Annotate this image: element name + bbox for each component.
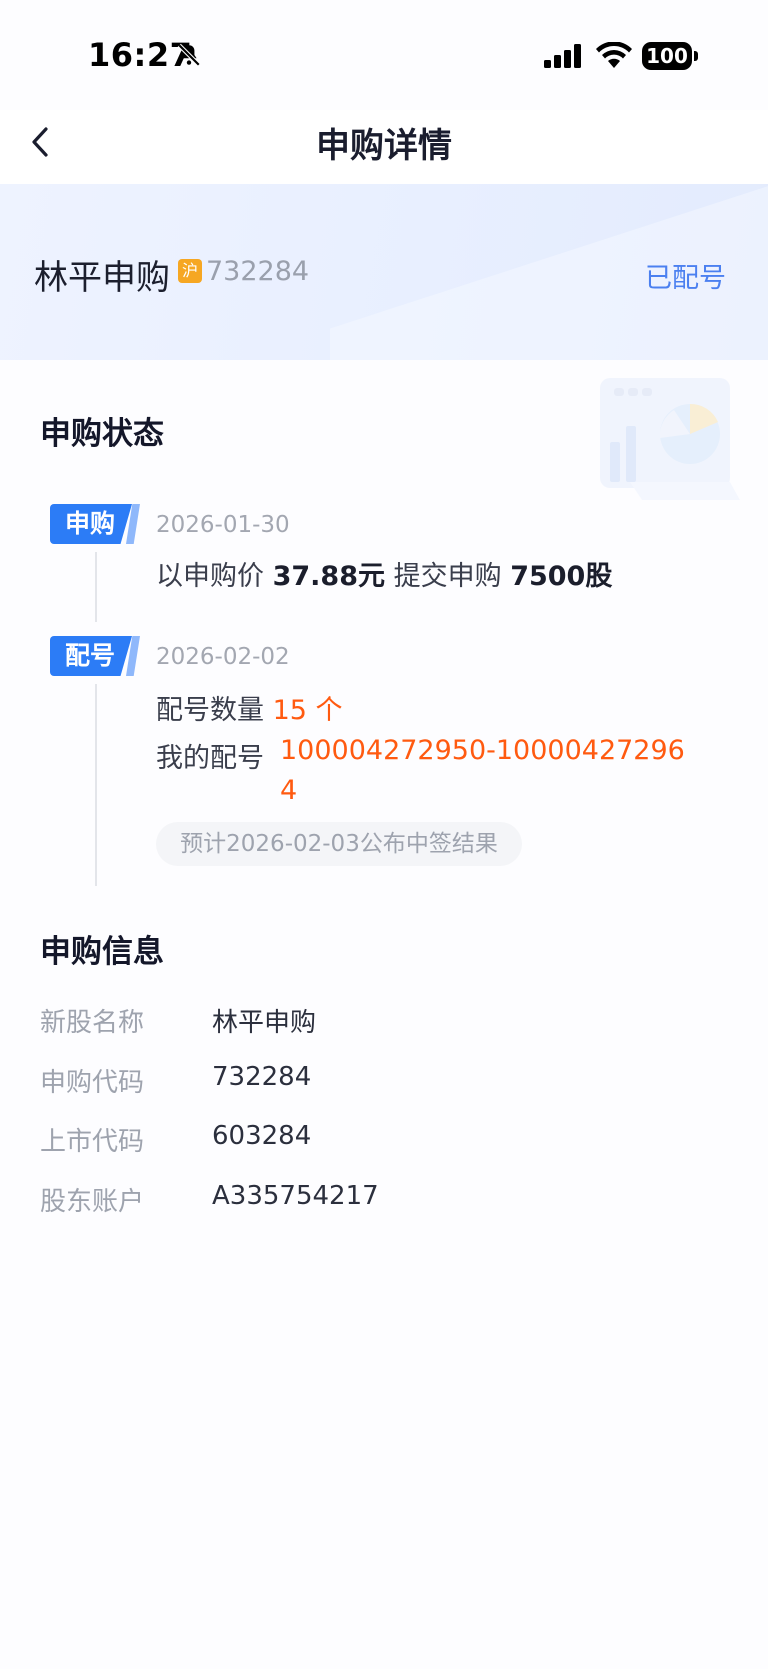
- allotment-count: 配号数量 15 个: [156, 695, 343, 726]
- chart-illustration-icon: [600, 378, 740, 500]
- info-label: 新股名称: [40, 1008, 145, 1038]
- battery-level: 100: [642, 42, 692, 70]
- timeline-line: [95, 552, 97, 622]
- subscribe-price: 37.88元: [272, 561, 385, 592]
- timeline-line: [95, 684, 97, 886]
- cellular-signal-icon: [544, 44, 581, 68]
- info-value: A335754217: [212, 1181, 379, 1211]
- info-label: 上市代码: [40, 1127, 145, 1157]
- step-tag-allotment: 配号: [50, 636, 140, 676]
- step-tag-subscribe: 申购: [50, 504, 140, 544]
- stock-code: 732284: [206, 256, 310, 287]
- wifi-icon: [596, 42, 632, 68]
- allotment-count-value: 15 个: [272, 695, 343, 726]
- info-value: 林平申购: [212, 1008, 317, 1038]
- stock-name: 林平申购: [34, 258, 170, 298]
- status-section-title: 申购状态: [40, 416, 164, 452]
- step-date: 2026-02-02: [156, 644, 290, 670]
- status-bar: 16:27 100: [0, 0, 768, 110]
- subscribe-shares: 7500股: [510, 561, 613, 592]
- allotment-range-label: 我的配号: [156, 743, 264, 774]
- page-title: 申购详情: [316, 126, 452, 166]
- info-value: 603284: [212, 1121, 312, 1151]
- info-value: 732284: [212, 1062, 312, 1092]
- status-badge: 已配号: [645, 263, 726, 294]
- allotment-range-value: 100004272950-100004272964: [280, 735, 685, 806]
- bell-slash-icon: [177, 43, 201, 67]
- battery-icon: 100: [642, 42, 698, 70]
- step-date: 2026-01-30: [156, 512, 290, 538]
- result-notice: 预计2026-02-03公布中签结果: [156, 822, 522, 866]
- info-label: 申购代码: [40, 1068, 145, 1098]
- subscribe-detail: 以申购价 37.88元 提交申购 7500股: [156, 561, 613, 592]
- stock-header: 林平申购 沪 732284 已配号: [0, 184, 768, 360]
- nav-bar: 申购详情: [0, 110, 768, 184]
- market-badge: 沪: [178, 259, 202, 283]
- info-section-title: 申购信息: [40, 934, 164, 970]
- info-label: 股东账户: [40, 1187, 145, 1217]
